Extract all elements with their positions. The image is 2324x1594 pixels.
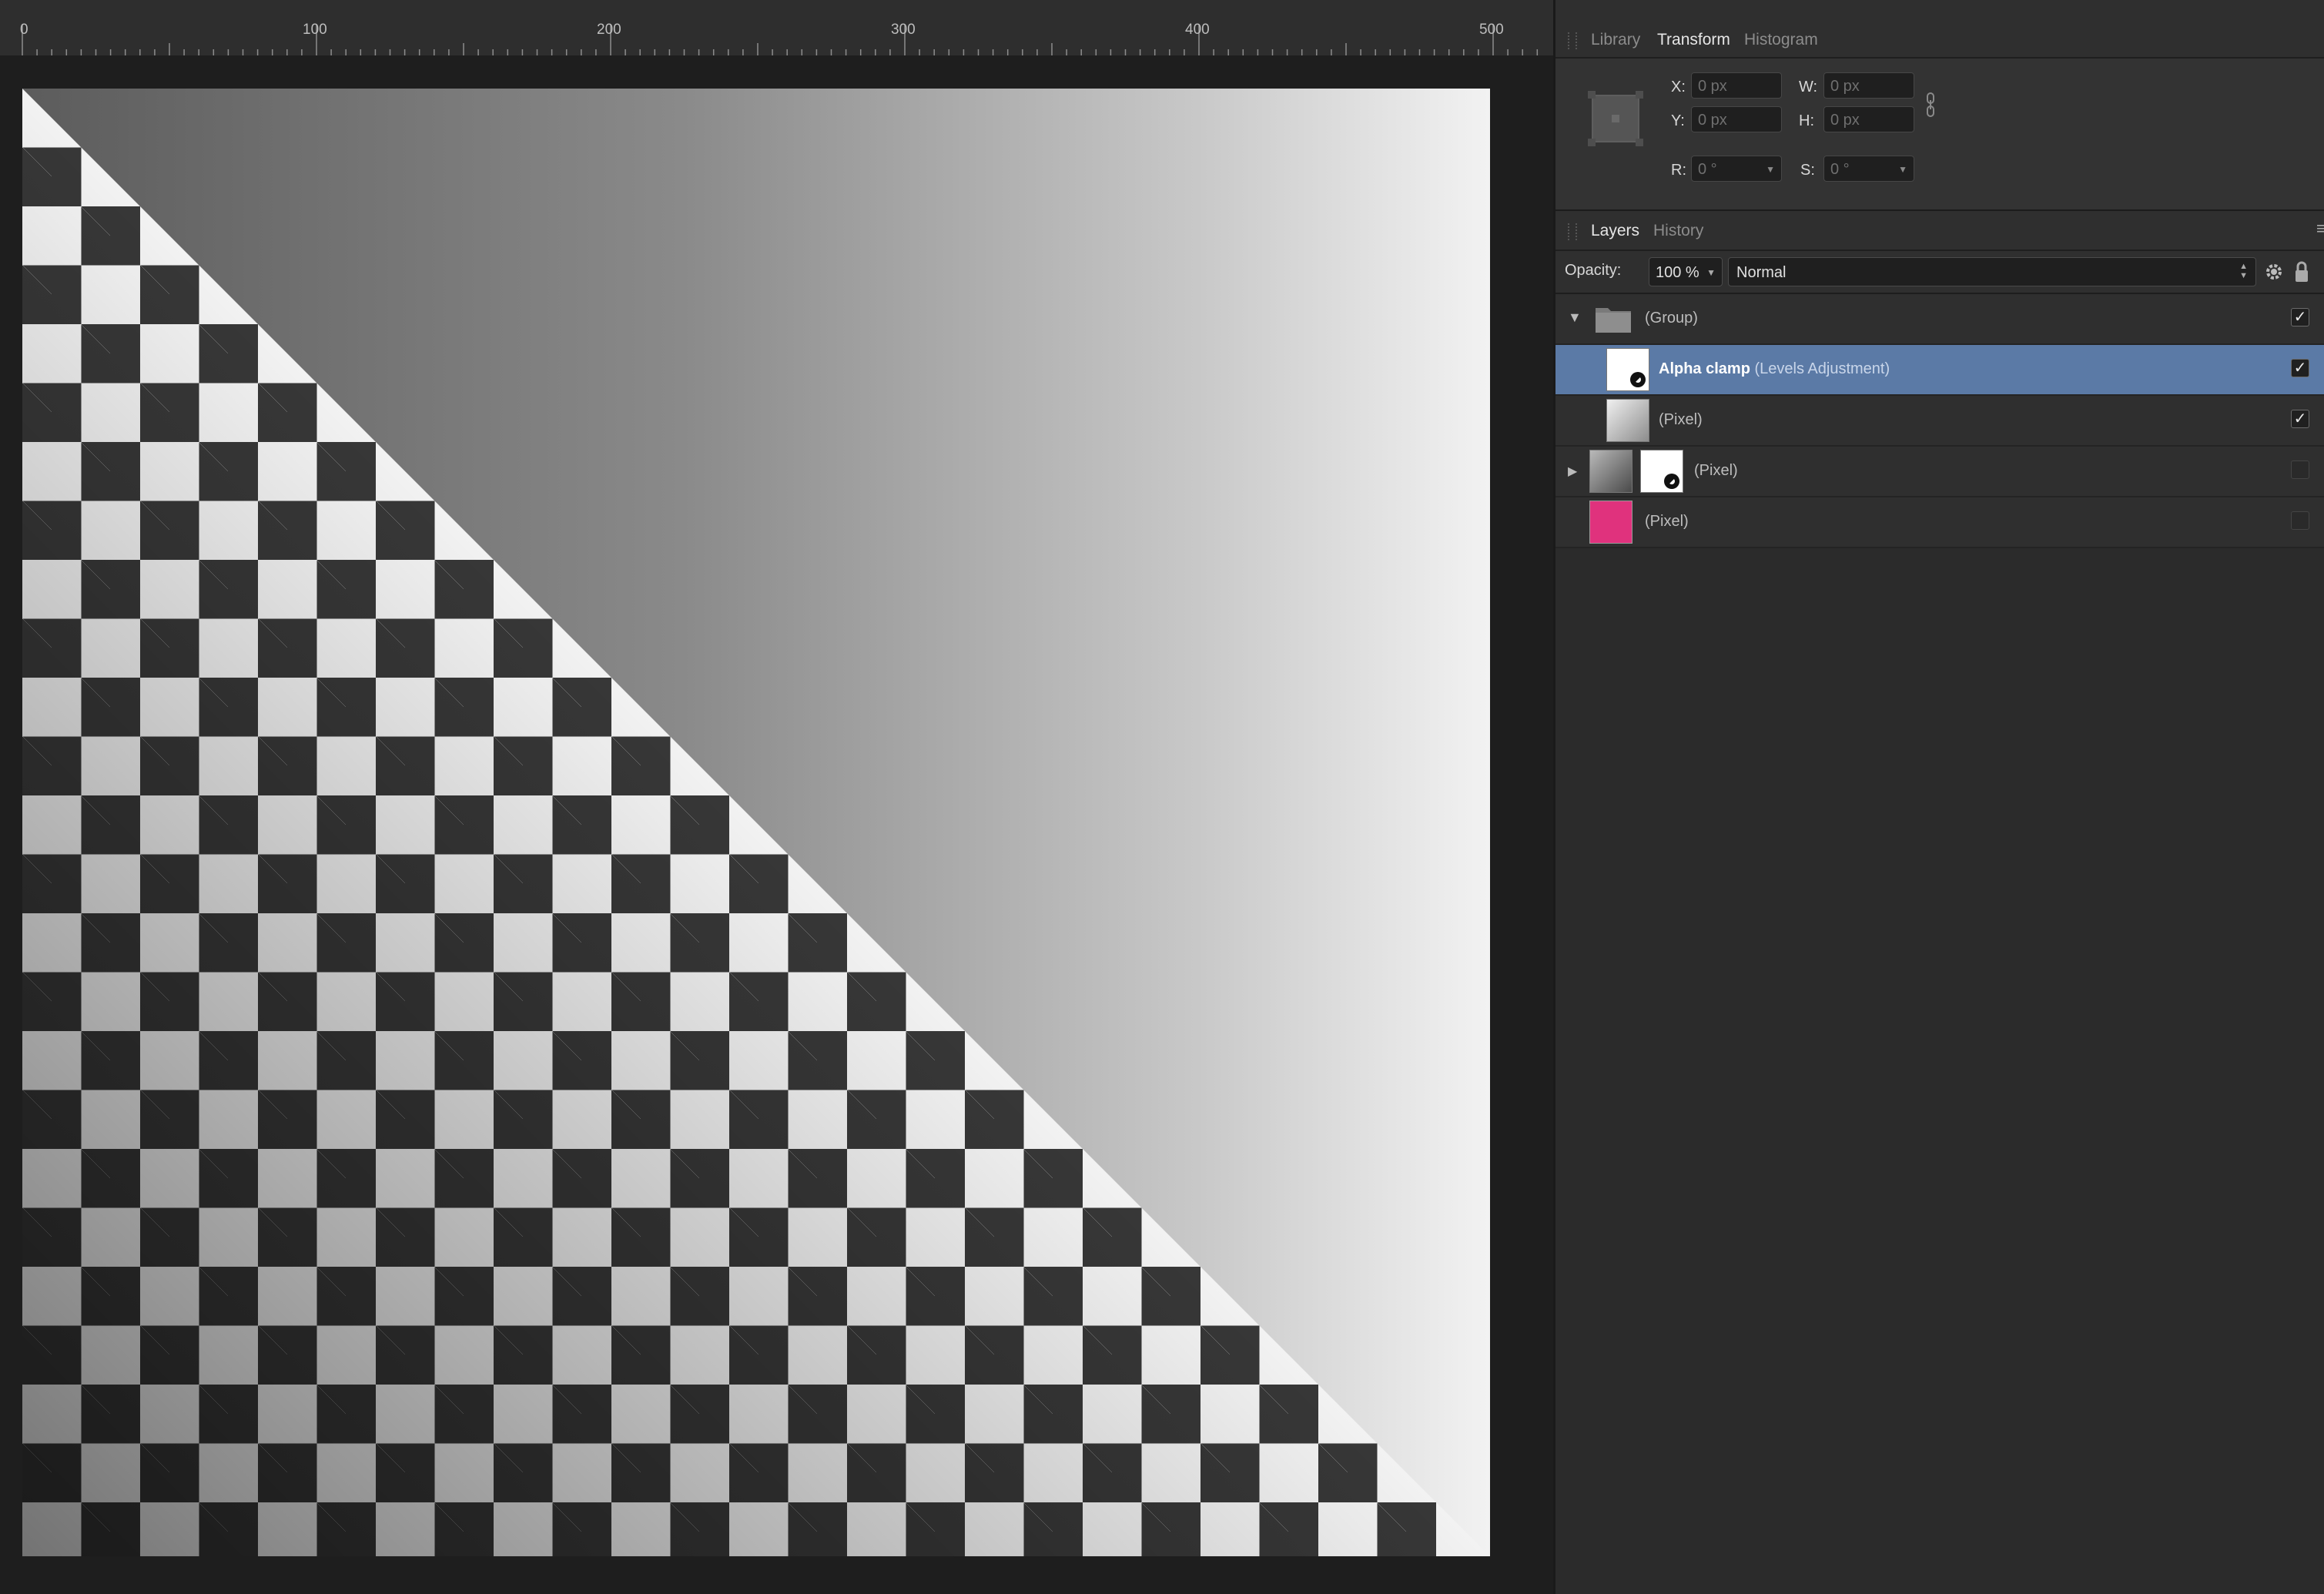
canvas-area[interactable] — [0, 55, 1553, 1594]
opacity-select[interactable]: 100 % ▼ — [1649, 257, 1723, 286]
transform-panel: X: 0 px W: 0 px Y: 0 px H: 0 px R: 0 ° ▼… — [1555, 59, 2324, 211]
layer-name: (Pixel) — [1659, 411, 1703, 428]
lock-aspect-link-icon[interactable] — [1925, 92, 1936, 117]
chevron-down-icon: ▼ — [1706, 267, 1716, 278]
ruler-label-400: 400 — [1185, 22, 1210, 38]
layer-row-alpha-clamp[interactable]: Alpha clamp (Levels Adjustment) ✓ — [1555, 345, 2324, 396]
h-label: H: — [1799, 112, 1814, 129]
shear-value: 0 ° — [1830, 161, 1850, 178]
pink-pixel-thumbnail — [1589, 501, 1632, 544]
blend-mode-select[interactable]: Normal ▲ ▼ — [1728, 257, 2256, 286]
panel-grip-icon[interactable] — [1568, 32, 1577, 49]
x-field[interactable]: 0 px — [1691, 72, 1782, 99]
ruler-label-0: 0 — [20, 22, 28, 38]
chevron-down-icon: ▼ — [1766, 164, 1775, 175]
layer-name: (Pixel) — [1645, 513, 1689, 530]
pixel-layer-thumbnail — [1589, 450, 1632, 493]
chevron-down-icon: ▼ — [1898, 164, 1907, 175]
layer-row-group[interactable]: ▼ (Group) ✓ — [1555, 294, 2324, 345]
layer-visibility-checkbox[interactable]: ✓ — [2291, 511, 2309, 530]
w-label: W: — [1799, 79, 1818, 95]
layers-toolbar: Opacity: 100 % ▼ Normal ▲ ▼ — [1555, 251, 2324, 294]
adjustment-icon — [1630, 372, 1646, 387]
ruler-ticks — [22, 25, 1539, 55]
ruler-label-200: 200 — [597, 22, 621, 38]
panel-grip-icon[interactable] — [1568, 223, 1577, 240]
studio-tabbar: Library Transform Histogram — [1555, 0, 2324, 59]
lock-icon[interactable] — [2293, 260, 2310, 283]
disclosure-triangle-closed-icon[interactable]: ▶ — [1568, 464, 1577, 479]
studio-panel: Library Transform Histogram X: 0 px W: 0… — [1553, 0, 2324, 1594]
updown-arrows-icon: ▲ ▼ — [2239, 262, 2248, 280]
panel-menu-icon[interactable]: ≡ — [2316, 219, 2324, 239]
tab-histogram[interactable]: Histogram — [1744, 31, 1818, 49]
levels-adjustment-thumbnail — [1606, 348, 1649, 391]
layer-visibility-checkbox[interactable]: ✓ — [2291, 460, 2309, 479]
rotation-field[interactable]: 0 ° ▼ — [1691, 156, 1782, 182]
layer-visibility-checkbox[interactable]: ✓ — [2291, 359, 2309, 377]
ruler-label-500: 500 — [1479, 22, 1504, 38]
layer-name: Alpha clamp — [1659, 360, 1750, 377]
opacity-value: 100 % — [1656, 264, 1699, 281]
ruler-label-100: 100 — [303, 22, 327, 38]
tab-history[interactable]: History — [1653, 222, 1703, 240]
gear-icon[interactable] — [2264, 262, 2284, 282]
anchor-point-icon[interactable] — [1586, 89, 1645, 148]
r-label: R: — [1671, 162, 1686, 179]
blend-mode-value: Normal — [1736, 264, 1787, 281]
opacity-label: Opacity: — [1565, 262, 1622, 279]
y-field[interactable]: 0 px — [1691, 106, 1782, 132]
tab-library[interactable]: Library — [1591, 31, 1640, 49]
layer-label: Alpha clamp (Levels Adjustment) — [1659, 360, 1890, 378]
folder-icon — [1596, 308, 1631, 333]
layer-row-pixel[interactable]: (Pixel) ✓ — [1555, 396, 2324, 447]
rotation-value: 0 ° — [1698, 161, 1717, 178]
disclosure-triangle-open-icon[interactable]: ▼ — [1568, 310, 1582, 326]
layer-row-pink-pixel[interactable]: (Pixel) ✓ — [1555, 497, 2324, 548]
tab-layers[interactable]: Layers — [1591, 222, 1639, 240]
horizontal-ruler[interactable]: 0 100 200 300 400 500 — [0, 0, 1553, 55]
layers-tabbar: Layers History ≡ — [1555, 211, 2324, 251]
layer-type: (Levels Adjustment) — [1754, 360, 1890, 377]
layer-visibility-checkbox[interactable]: ✓ — [2291, 410, 2309, 428]
document-canvas[interactable] — [22, 89, 1490, 1556]
tab-transform[interactable]: Transform — [1657, 31, 1730, 49]
adjustment-icon — [1664, 474, 1679, 489]
adjustment-mask-thumbnail — [1640, 450, 1683, 493]
layer-row-pixel-with-adjustment[interactable]: ▶ (Pixel) ✓ — [1555, 447, 2324, 497]
ruler-label-300: 300 — [891, 22, 916, 38]
layer-name: (Pixel) — [1694, 462, 1738, 479]
x-label: X: — [1671, 79, 1686, 95]
h-field[interactable]: 0 px — [1823, 106, 1914, 132]
s-label: S: — [1800, 162, 1815, 179]
layer-visibility-checkbox[interactable]: ✓ — [2291, 308, 2309, 327]
layer-name: (Group) — [1645, 310, 1698, 327]
shear-field[interactable]: 0 ° ▼ — [1823, 156, 1914, 182]
y-label: Y: — [1671, 112, 1685, 129]
pixel-layer-thumbnail — [1606, 399, 1649, 442]
w-field[interactable]: 0 px — [1823, 72, 1914, 99]
